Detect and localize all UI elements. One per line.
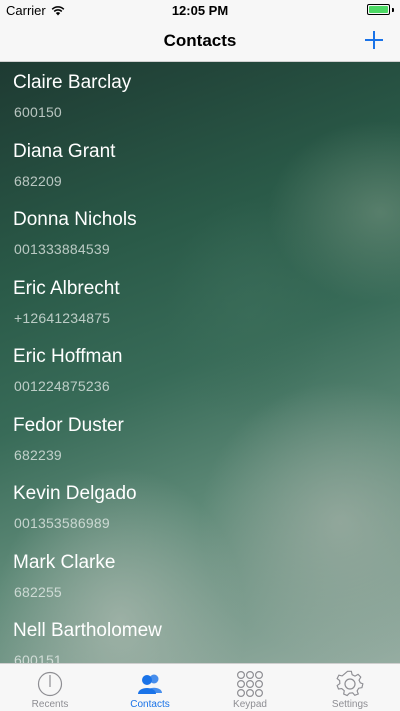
tab-label: Recents [31, 699, 69, 710]
contact-name: Kevin Delgado [13, 483, 137, 504]
tab-label: Contacts [130, 699, 170, 710]
tab-contacts[interactable]: Contacts [100, 664, 200, 711]
people-icon [138, 674, 162, 694]
page-title: Contacts [163, 31, 237, 50]
gear-icon [336, 670, 364, 697]
battery-indicator [367, 4, 394, 15]
contact-name: Nell Bartholomew [13, 620, 162, 641]
tab-keypad[interactable]: Keypad [200, 664, 300, 711]
tab-recents[interactable]: Recents [0, 664, 100, 711]
keypad-icon [236, 670, 264, 698]
contact-row[interactable]: Kevin Delgado 001353586989 [0, 473, 400, 541]
contact-row[interactable]: Mark Clarke 682255 [0, 542, 400, 610]
contact-row[interactable]: Claire Barclay 600150 [0, 62, 400, 130]
tab-label: Settings [331, 699, 369, 710]
contact-number: 682209 [14, 172, 62, 189]
plus-icon [365, 31, 383, 49]
add-contact-button[interactable] [360, 26, 388, 54]
clock-icon [37, 671, 63, 697]
status-bar: Carrier 12:05 PM [0, 0, 400, 20]
battery-charging-icon [367, 4, 390, 15]
contact-number: 682255 [14, 583, 62, 600]
contact-name: Donna Nichols [13, 209, 137, 230]
contact-name: Mark Clarke [13, 551, 116, 573]
battery-cap [392, 7, 394, 12]
contact-row[interactable]: Eric Hoffman 001224875236 [0, 336, 400, 404]
contact-name: Fedor Duster [13, 414, 124, 436]
contact-row[interactable]: Fedor Duster 682239 [0, 405, 400, 473]
contact-name: Eric Hoffman [13, 346, 123, 367]
contact-row[interactable]: Eric Albrecht +12641234875 [0, 268, 400, 336]
tab-label: Keypad [233, 699, 267, 710]
contact-name: Eric Albrecht [13, 277, 120, 299]
navigation-bar: Contacts [0, 20, 400, 62]
contact-number: 682239 [14, 446, 62, 463]
tab-settings[interactable]: Settings [300, 664, 400, 711]
contact-number: 600150 [14, 104, 62, 120]
contact-number: 001333884539 [14, 241, 110, 257]
status-time: 12:05 PM [171, 3, 229, 18]
contact-name: Claire Barclay [13, 72, 132, 93]
contact-row[interactable]: Donna Nichols 001333884539 [0, 199, 400, 267]
contact-number: 600151 [14, 652, 62, 663]
contact-number: +12641234875 [14, 309, 111, 326]
battery-level-fill [369, 6, 388, 13]
contact-row[interactable]: Nell Bartholomew 600151 [0, 610, 400, 663]
contact-number: 001224875236 [14, 378, 110, 394]
contact-number: 001353586989 [14, 515, 110, 531]
contact-name: Diana Grant [13, 140, 116, 162]
contacts-list[interactable]: Claire Barclay 600150 Diana Grant 682209… [0, 62, 400, 663]
tab-bar: Recents Contacts Keypad Settings [0, 663, 400, 711]
contact-row[interactable]: Diana Grant 682209 [0, 131, 400, 199]
